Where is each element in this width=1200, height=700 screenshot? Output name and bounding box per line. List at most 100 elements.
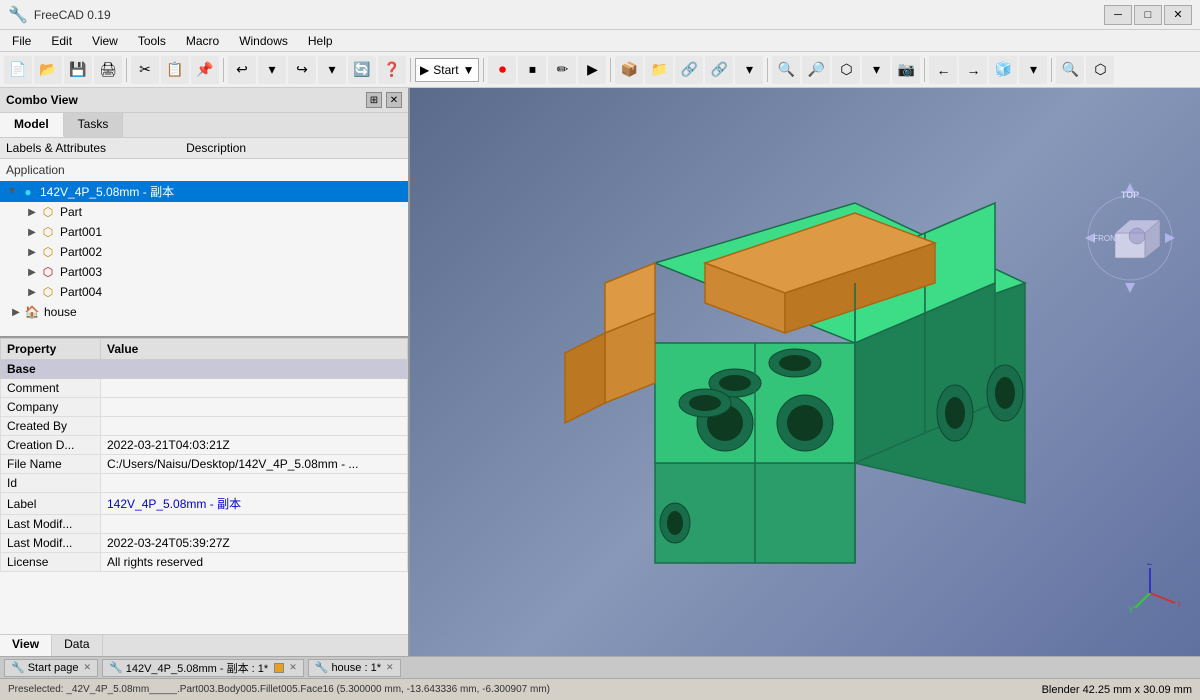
macro-run-button[interactable]: ▶ [578, 56, 606, 84]
prop-row-8: Last Modif...2022-03-24T05:39:27Z [1, 534, 408, 553]
taskbar-house[interactable]: 🔧 house : 1* ✕ [308, 659, 401, 677]
view-zoom2-button[interactable]: 🔍 [1056, 56, 1084, 84]
toolbar: 📄 📂 💾 🖨 ✂ 📋 📌 ↩ ▾ ↪ ▾ 🔄 ❓ ▶ Start ▼ ⏺ ⏹ … [0, 52, 1200, 88]
link-button[interactable]: 🔗 [675, 56, 703, 84]
open-folder-button[interactable]: 📁 [645, 56, 673, 84]
svg-text:Z: Z [1147, 563, 1153, 567]
view-zoom-button[interactable]: 🔎 [802, 56, 830, 84]
bottom-tab-data[interactable]: Data [52, 635, 102, 656]
taskbar-startpage[interactable]: 🔧 Start page ✕ [4, 659, 98, 677]
view-fit-button[interactable]: 🔍 [772, 56, 800, 84]
property-body: Base CommentCompanyCreated ByCreation D.… [1, 360, 408, 572]
macro-edit-button[interactable]: ✏ [548, 56, 576, 84]
desc-col-header: Description [186, 141, 246, 155]
link-dropdown[interactable]: ▾ [735, 56, 763, 84]
refresh-button[interactable]: 🔄 [348, 56, 376, 84]
main-doc-close[interactable]: ✕ [289, 662, 297, 673]
view-screenshot-button[interactable]: 📷 [892, 56, 920, 84]
view-mode-dropdown[interactable]: ▾ [862, 56, 890, 84]
part002-icon: ⬡ [40, 244, 56, 260]
prop-name-0: Comment [1, 379, 101, 398]
title-text: FreeCAD 0.19 [34, 8, 111, 22]
prop-col-header: Property [1, 339, 101, 360]
combo-float-button[interactable]: ⊞ [366, 92, 382, 108]
house-tab-close[interactable]: ✕ [386, 662, 394, 673]
minimize-button[interactable]: ─ [1104, 5, 1132, 25]
startpage-close[interactable]: ✕ [83, 662, 91, 673]
tab-tasks[interactable]: Tasks [64, 113, 124, 137]
tree-item-root[interactable]: ▼ ● 142V_4P_5.08mm - 副本 [0, 181, 408, 202]
navigation-cube[interactable]: TOP FRONT [1080, 178, 1180, 298]
tab-model[interactable]: Model [0, 113, 64, 137]
tree-item-part003[interactable]: ▶ ⬡ Part003 [0, 262, 408, 282]
tree-item-part001[interactable]: ▶ ⬡ Part001 [0, 222, 408, 242]
model-dropdown[interactable]: ▾ [1019, 56, 1047, 84]
tree-item-part002[interactable]: ▶ ⬡ Part002 [0, 242, 408, 262]
prop-name-6: Label [1, 493, 101, 515]
redo-dropdown[interactable]: ▾ [318, 56, 346, 84]
undo-button[interactable]: ↩ [228, 56, 256, 84]
menu-item-file[interactable]: File [4, 32, 39, 50]
tree-item-house[interactable]: ▶ 🏠 house [0, 302, 408, 322]
viewport[interactable]: TOP FRONT X Y Z [410, 88, 1200, 656]
prop-value-4: C:/Users/Naisu/Desktop/142V_4P_5.08mm - … [101, 455, 408, 474]
cube-view-button[interactable]: ⬡ [1086, 56, 1114, 84]
bottom-tab-view[interactable]: View [0, 635, 52, 656]
title-bar: 🔧 FreeCAD 0.19 ─ □ ✕ [0, 0, 1200, 30]
prop-value-8: 2022-03-24T05:39:27Z [101, 534, 408, 553]
combo-close-button[interactable]: ✕ [386, 92, 402, 108]
renderer-label: Blender [1042, 684, 1080, 696]
menu-item-help[interactable]: Help [300, 32, 341, 50]
part-icon: ⬡ [40, 204, 56, 220]
value-col-header: Value [101, 339, 408, 360]
taskbar-main-doc[interactable]: 🔧 142V_4P_5.08mm - 副本 : 1* ✕ [102, 659, 304, 677]
attr-header: Labels & Attributes Description [0, 138, 408, 159]
part004-arrow-icon: ▶ [24, 287, 40, 298]
undo-dropdown[interactable]: ▾ [258, 56, 286, 84]
main-layout: Combo View ⊞ ✕ Model Tasks Labels & Attr… [0, 88, 1200, 656]
workbench-dropdown[interactable]: ▶ Start ▼ [415, 58, 479, 82]
part001-icon: ⬡ [40, 224, 56, 240]
tree-item-part004[interactable]: ▶ ⬡ Part004 [0, 282, 408, 302]
separator-5 [610, 58, 611, 82]
save-button[interactable]: 💾 [64, 56, 92, 84]
prop-name-2: Created By [1, 417, 101, 436]
new-part-button[interactable]: 📦 [615, 56, 643, 84]
model-view-button[interactable]: 🧊 [989, 56, 1017, 84]
stop-button[interactable]: ⏹ [518, 56, 546, 84]
menu-item-view[interactable]: View [84, 32, 126, 50]
new-button[interactable]: 📄 [4, 56, 32, 84]
menu-item-tools[interactable]: Tools [130, 32, 174, 50]
redo-button[interactable]: ↪ [288, 56, 316, 84]
maximize-button[interactable]: □ [1134, 5, 1162, 25]
menu-item-edit[interactable]: Edit [43, 32, 80, 50]
link-group-button[interactable]: 🔗 [705, 56, 733, 84]
tree-item-part[interactable]: ▶ ⬡ Part [0, 202, 408, 222]
startpage-label: Start page [28, 662, 79, 674]
back-button[interactable]: ← [929, 56, 957, 84]
copy-button[interactable]: 📋 [161, 56, 189, 84]
forward-button[interactable]: → [959, 56, 987, 84]
combo-view-header: Combo View ⊞ ✕ [0, 88, 408, 113]
dimensions-label: 42.25 mm x 30.09 mm [1083, 684, 1192, 696]
cut-button[interactable]: ✂ [131, 56, 159, 84]
print-button[interactable]: 🖨 [94, 56, 122, 84]
prop-name-5: Id [1, 474, 101, 493]
separator-1 [126, 58, 127, 82]
open-button[interactable]: 📂 [34, 56, 62, 84]
startpage-icon: 🔧 [11, 661, 25, 674]
record-button[interactable]: ⏺ [488, 56, 516, 84]
view-mode-button[interactable]: ⬡ [832, 56, 860, 84]
status-renderer-dims: Blender 42.25 mm x 30.09 mm [1042, 684, 1192, 696]
menu-item-windows[interactable]: Windows [231, 32, 296, 50]
paste-button[interactable]: 📌 [191, 56, 219, 84]
close-button[interactable]: ✕ [1164, 5, 1192, 25]
taskbar: 🔧 Start page ✕ 🔧 142V_4P_5.08mm - 副本 : 1… [0, 656, 1200, 678]
base-group-label: Base [1, 360, 408, 379]
menu-item-macro[interactable]: Macro [178, 32, 227, 50]
part003-label: Part003 [60, 265, 102, 279]
title-bar-left: 🔧 FreeCAD 0.19 [8, 5, 111, 25]
status-preselected: Preselected: _42V_4P_5.08mm_____.Part003… [8, 684, 550, 695]
prop-name-1: Company [1, 398, 101, 417]
help-button[interactable]: ❓ [378, 56, 406, 84]
